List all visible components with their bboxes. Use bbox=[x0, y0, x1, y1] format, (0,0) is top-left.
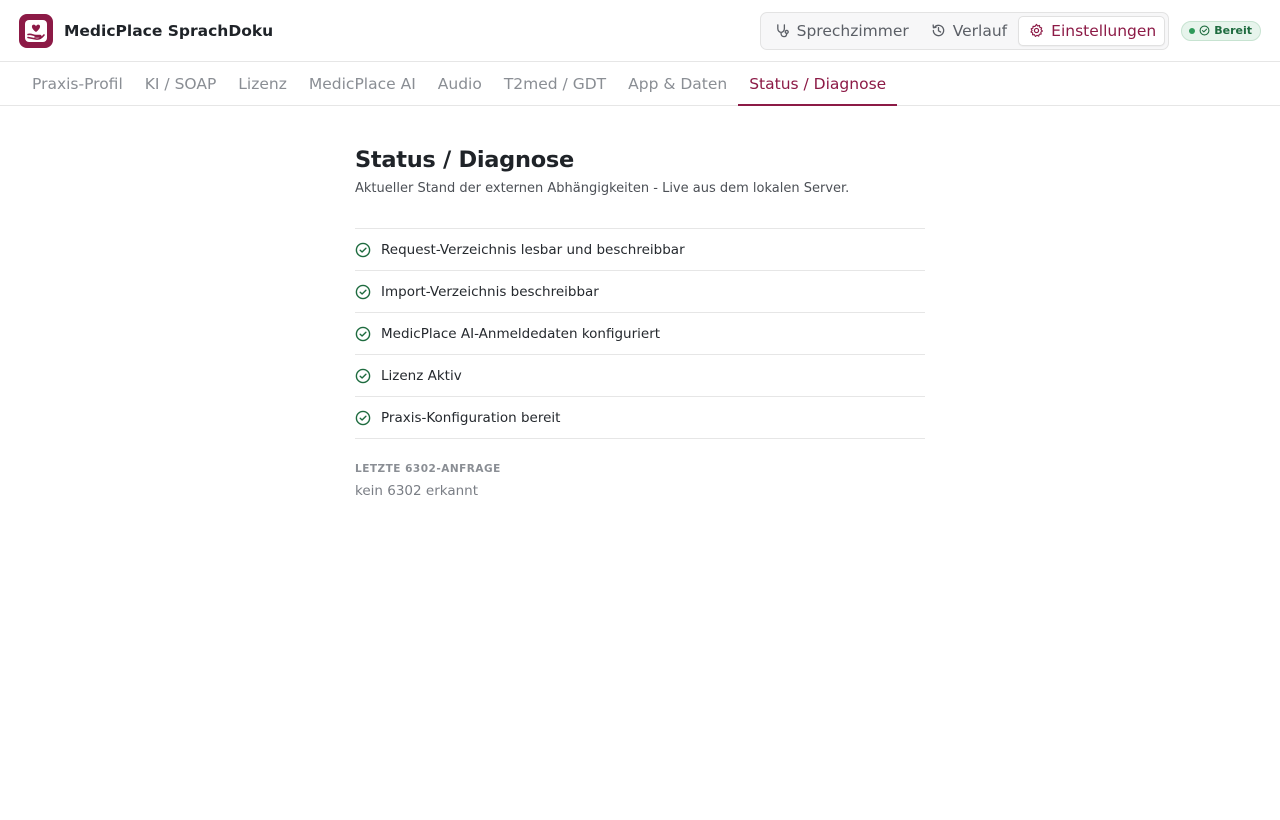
gear-icon bbox=[1030, 23, 1044, 37]
last-request-label: LETZTE 6302-ANFRAGE bbox=[355, 463, 501, 475]
page-title: Status / Diagnose bbox=[355, 147, 574, 173]
tab-lizenz[interactable]: Lizenz bbox=[227, 62, 298, 105]
nav-sprechzimmer-label: Sprechzimmer bbox=[796, 21, 909, 40]
last-request-value: kein 6302 erkannt bbox=[355, 483, 479, 499]
tab-status-diagnose[interactable]: Status / Diagnose bbox=[738, 62, 898, 106]
check-circle-icon bbox=[355, 326, 371, 341]
check-item-label: Request-Verzeichnis lesbar und beschreib… bbox=[381, 241, 685, 258]
nav-verlauf-label: Verlauf bbox=[952, 21, 1008, 40]
check-item-label: Import-Verzeichnis beschreibbar bbox=[381, 283, 599, 300]
app-logo bbox=[19, 13, 53, 48]
app-header: MedicPlace SprachDoku Sprechzimmer Verla… bbox=[0, 0, 1280, 62]
status-badge: Bereit bbox=[1181, 20, 1261, 41]
nav-einstellungen-label: Einstellungen bbox=[1051, 21, 1157, 40]
check-item: Praxis-Konfiguration bereit bbox=[355, 397, 925, 439]
check-item: Import-Verzeichnis beschreibbar bbox=[355, 271, 925, 313]
status-panel: Status / Diagnose Aktueller Stand der ex… bbox=[355, 106, 925, 499]
page-subtitle: Aktueller Stand der externen Abhängigkei… bbox=[355, 181, 850, 196]
tab-praxis-profil[interactable]: Praxis-Profil bbox=[21, 62, 134, 105]
status-dot bbox=[1189, 27, 1196, 34]
tab-t2med-gdt[interactable]: T2med / GDT bbox=[493, 62, 617, 105]
brand: MedicPlace SprachDoku bbox=[19, 13, 274, 48]
check-circle-icon bbox=[355, 368, 371, 383]
stethoscope-icon bbox=[776, 24, 789, 38]
history-icon bbox=[932, 24, 945, 37]
check-circle-icon bbox=[355, 410, 371, 425]
check-item: Lizenz Aktiv bbox=[355, 355, 925, 397]
main-nav: Sprechzimmer Verlauf Einstellungen bbox=[759, 11, 1170, 50]
status-badge-label: Bereit bbox=[1214, 24, 1252, 37]
app-title: MedicPlace SprachDoku bbox=[64, 21, 274, 40]
check-circle-icon bbox=[1199, 25, 1210, 36]
tab-medicplace-ai[interactable]: MedicPlace AI bbox=[298, 62, 427, 105]
check-list: Request-Verzeichnis lesbar und beschreib… bbox=[355, 228, 925, 439]
tab-audio[interactable]: Audio bbox=[427, 62, 493, 105]
check-item: Request-Verzeichnis lesbar und beschreib… bbox=[355, 229, 925, 271]
check-item: MedicPlace AI-Anmeldedaten konfiguriert bbox=[355, 313, 925, 355]
check-circle-icon bbox=[355, 242, 371, 257]
check-item-label: Lizenz Aktiv bbox=[381, 367, 462, 384]
tab-ki-soap[interactable]: KI / SOAP bbox=[134, 62, 228, 105]
settings-tabs: Praxis-Profil KI / SOAP Lizenz MedicPlac… bbox=[0, 62, 1280, 106]
check-item-label: MedicPlace AI-Anmeldedaten konfiguriert bbox=[381, 325, 661, 342]
nav-einstellungen[interactable]: Einstellungen bbox=[1018, 15, 1166, 46]
check-item-label: Praxis-Konfiguration bereit bbox=[381, 409, 561, 426]
tab-app-daten[interactable]: App & Daten bbox=[617, 62, 738, 105]
check-circle-icon bbox=[355, 284, 371, 299]
nav-verlauf[interactable]: Verlauf bbox=[920, 16, 1016, 46]
nav-sprechzimmer[interactable]: Sprechzimmer bbox=[764, 16, 918, 46]
heart-hand-icon bbox=[25, 19, 47, 42]
